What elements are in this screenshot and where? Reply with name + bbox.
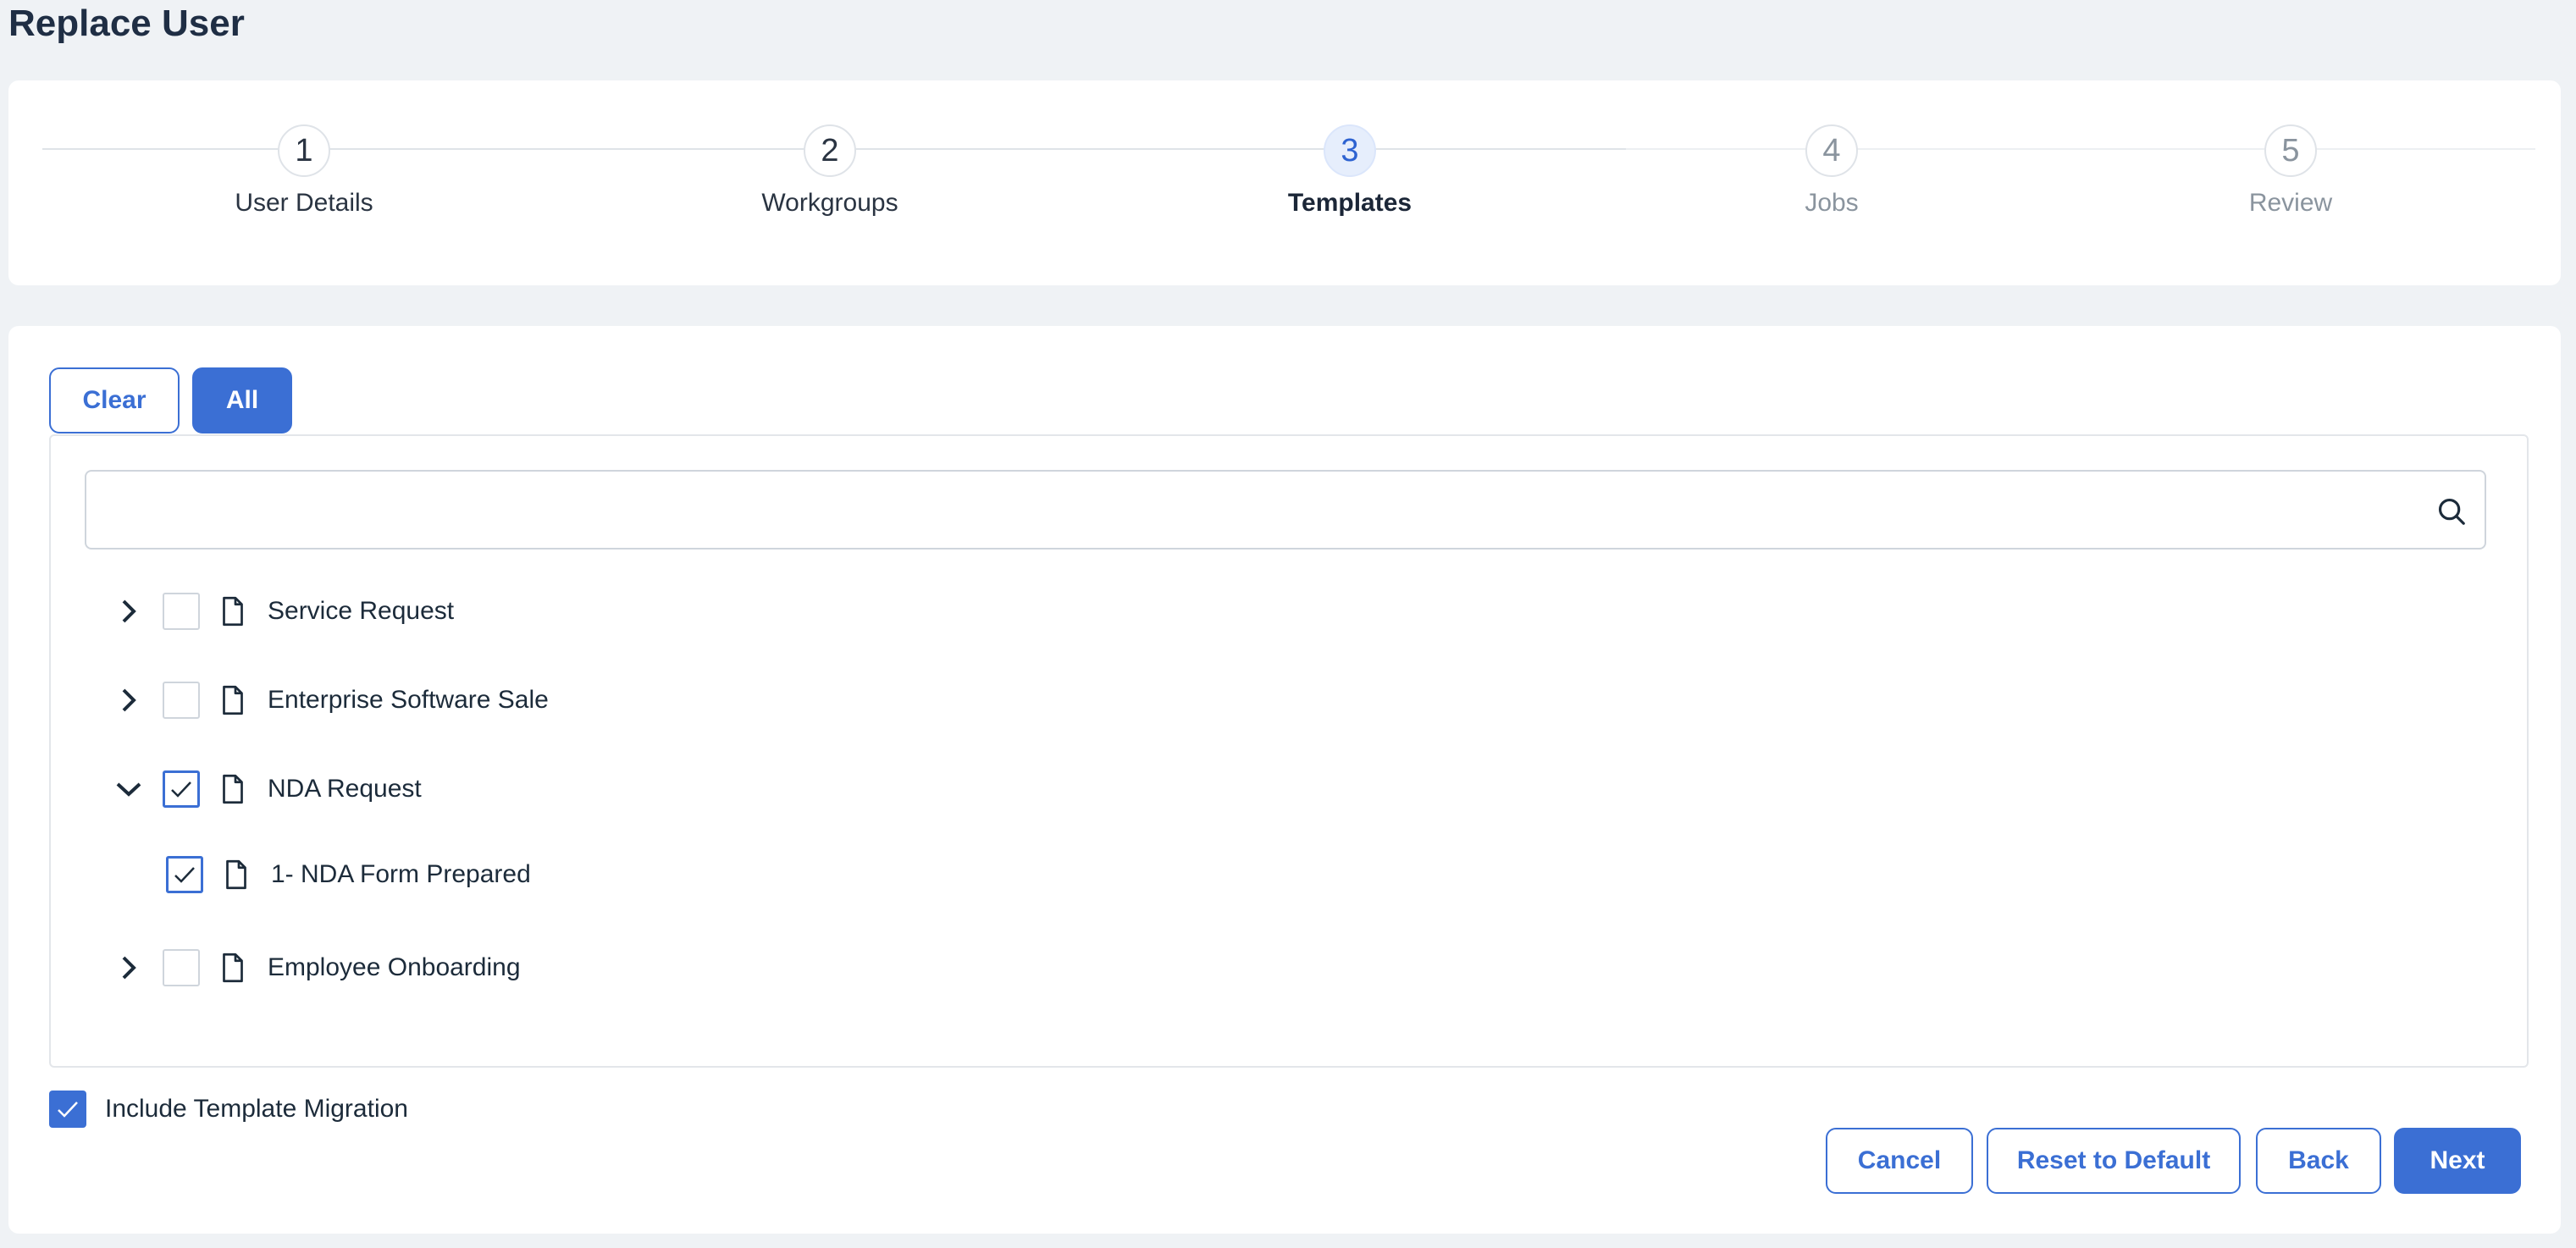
step-label: User Details xyxy=(235,189,373,217)
next-button[interactable]: Next xyxy=(2394,1128,2521,1194)
chevron-right-icon[interactable] xyxy=(112,951,146,985)
step-number: 3 xyxy=(1324,124,1376,177)
step-workgroups[interactable]: 2 Workgroups xyxy=(661,124,999,218)
page-title: Replace User xyxy=(8,3,245,44)
document-icon xyxy=(223,953,243,983)
search-icon[interactable] xyxy=(2435,495,2468,527)
step-number: 1 xyxy=(278,124,330,177)
tree-child-nda-form-prepared[interactable]: 1- NDA Form Prepared xyxy=(166,849,531,900)
search-input[interactable] xyxy=(86,472,2485,548)
search-box[interactable] xyxy=(85,470,2486,549)
step-number: 5 xyxy=(2264,124,2317,177)
include-template-migration-checkbox[interactable] xyxy=(49,1091,86,1128)
checkmark-icon xyxy=(171,781,191,798)
step-number: 4 xyxy=(1805,124,1858,177)
cancel-button[interactable]: Cancel xyxy=(1826,1128,1973,1194)
step-label: Workgroups xyxy=(761,189,898,217)
tree-item-checkbox[interactable] xyxy=(166,856,203,893)
tree-item-label: 1- NDA Form Prepared xyxy=(271,860,531,888)
tree-item-label: Employee Onboarding xyxy=(268,953,521,981)
document-icon xyxy=(223,685,243,715)
step-templates[interactable]: 3 Templates xyxy=(1180,124,1519,218)
tree-item-label: Enterprise Software Sale xyxy=(268,686,549,714)
tree-item-checkbox[interactable] xyxy=(163,770,200,808)
step-label: Review xyxy=(2248,189,2333,217)
include-template-migration-label: Include Template Migration xyxy=(105,1095,408,1123)
chevron-right-icon[interactable] xyxy=(112,594,146,628)
chevron-down-icon[interactable] xyxy=(112,772,146,806)
tree-item-checkbox[interactable] xyxy=(163,593,200,630)
include-template-migration[interactable]: Include Template Migration xyxy=(49,1091,408,1128)
chevron-right-icon[interactable] xyxy=(112,683,146,717)
document-icon xyxy=(226,859,246,890)
template-tree-panel: Service Request Enterprise Software Sale xyxy=(49,434,2529,1068)
step-user-details[interactable]: 1 User Details xyxy=(135,124,473,218)
stepper: 1 User Details 2 Workgroups 3 Templates … xyxy=(8,80,2561,285)
step-label: Jobs xyxy=(1805,189,1859,217)
document-icon xyxy=(223,774,243,804)
templates-card: Clear All Service Request Enterprise Sof… xyxy=(8,326,2561,1234)
tree-item-enterprise-software-sale[interactable]: Enterprise Software Sale xyxy=(112,675,549,726)
tree-item-label: NDA Request xyxy=(268,775,422,803)
step-number: 2 xyxy=(804,124,856,177)
tree-item-checkbox[interactable] xyxy=(163,682,200,719)
checkmark-icon xyxy=(58,1102,78,1118)
clear-button[interactable]: Clear xyxy=(49,367,180,433)
tree-item-employee-onboarding[interactable]: Employee Onboarding xyxy=(112,942,521,993)
select-all-button[interactable]: All xyxy=(192,367,292,433)
tree-item-nda-request[interactable]: NDA Request xyxy=(112,764,422,815)
tree-item-service-request[interactable]: Service Request xyxy=(112,586,454,637)
step-jobs: 4 Jobs xyxy=(1662,124,2001,218)
tree-item-label: Service Request xyxy=(268,597,455,625)
step-review: 5 Review xyxy=(2121,124,2460,218)
document-icon xyxy=(223,596,243,627)
step-label: Templates xyxy=(1287,189,1412,217)
back-button[interactable]: Back xyxy=(2256,1128,2381,1194)
tree-item-checkbox[interactable] xyxy=(163,949,200,986)
checkmark-icon xyxy=(174,867,195,883)
reset-to-default-button[interactable]: Reset to Default xyxy=(1987,1128,2241,1194)
